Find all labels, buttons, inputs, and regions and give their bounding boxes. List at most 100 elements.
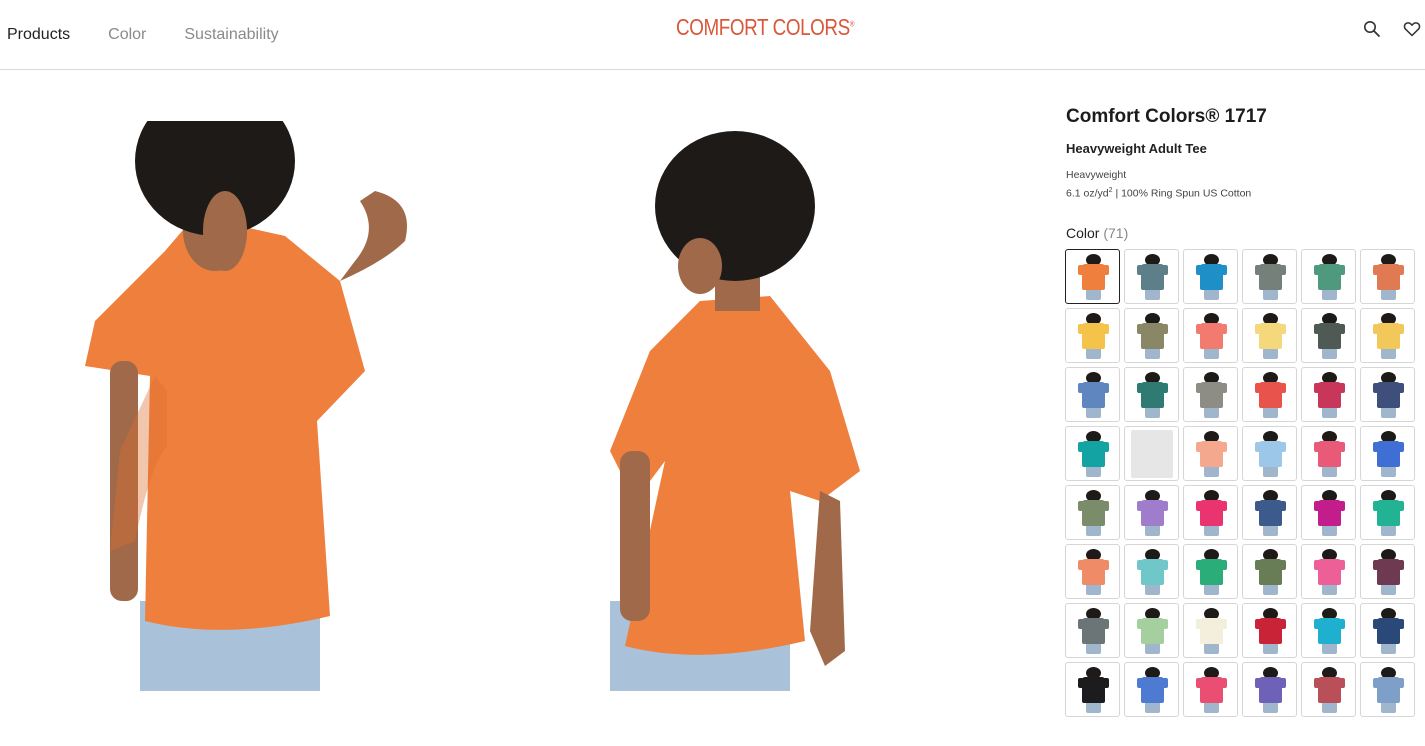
color-swatch[interactable] [1301, 662, 1356, 717]
color-swatch[interactable] [1242, 249, 1297, 304]
swatch-jeans [1263, 703, 1278, 713]
swatch-shirt [1377, 264, 1400, 290]
color-swatch[interactable] [1183, 662, 1238, 717]
swatch-jeans [1322, 290, 1337, 300]
nav-products[interactable]: Products [7, 26, 70, 44]
swatch-jeans [1322, 408, 1337, 418]
color-swatch[interactable] [1065, 426, 1120, 481]
swatch-jeans [1263, 349, 1278, 359]
color-swatch[interactable] [1183, 426, 1238, 481]
swatch-jeans [1204, 408, 1219, 418]
swatch-shirt [1082, 618, 1105, 644]
swatch-jeans [1381, 290, 1396, 300]
color-swatch[interactable] [1124, 308, 1179, 363]
color-swatch[interactable] [1360, 544, 1415, 599]
swatch-jeans [1145, 290, 1160, 300]
color-swatch[interactable] [1124, 367, 1179, 422]
color-swatch[interactable] [1124, 603, 1179, 658]
swatch-shirt [1200, 677, 1223, 703]
product-image-front[interactable] [55, 121, 415, 691]
swatch-jeans [1145, 526, 1160, 536]
swatch-jeans [1381, 467, 1396, 477]
swatch-shirt [1141, 618, 1164, 644]
color-swatch[interactable] [1242, 426, 1297, 481]
color-swatch[interactable] [1360, 308, 1415, 363]
heart-icon[interactable] [1403, 20, 1421, 38]
color-swatch[interactable] [1360, 426, 1415, 481]
color-swatch[interactable] [1065, 662, 1120, 717]
swatch-jeans [1086, 408, 1101, 418]
color-swatch[interactable] [1301, 367, 1356, 422]
swatch-shirt [1082, 677, 1105, 703]
color-swatch[interactable] [1183, 544, 1238, 599]
swatch-jeans [1145, 703, 1160, 713]
color-swatch[interactable] [1360, 662, 1415, 717]
color-swatch[interactable] [1242, 367, 1297, 422]
color-swatch[interactable] [1301, 426, 1356, 481]
color-swatch[interactable] [1124, 426, 1179, 481]
color-swatch[interactable] [1301, 249, 1356, 304]
product-subtitle: Heavyweight Adult Tee [1066, 141, 1207, 156]
color-swatch[interactable] [1183, 367, 1238, 422]
color-swatch[interactable] [1183, 485, 1238, 540]
swatch-shirt [1141, 382, 1164, 408]
color-swatch[interactable] [1360, 249, 1415, 304]
product-image-back[interactable] [590, 121, 950, 691]
swatch-jeans [1145, 644, 1160, 654]
color-swatch[interactable] [1065, 367, 1120, 422]
color-swatch[interactable] [1065, 308, 1120, 363]
swatch-shirt [1200, 264, 1223, 290]
color-swatch[interactable] [1242, 485, 1297, 540]
swatch-shirt [1141, 559, 1164, 585]
color-swatch[interactable] [1360, 367, 1415, 422]
brand-logo[interactable]: COMFORT COLORS® [676, 14, 855, 41]
color-swatch[interactable] [1065, 249, 1120, 304]
swatch-shirt [1318, 382, 1341, 408]
color-swatch[interactable] [1065, 603, 1120, 658]
swatch-shirt [1200, 618, 1223, 644]
swatch-jeans [1263, 467, 1278, 477]
color-swatch[interactable] [1242, 308, 1297, 363]
swatch-shirt [1200, 441, 1223, 467]
swatch-shirt [1200, 559, 1223, 585]
color-swatch[interactable] [1301, 485, 1356, 540]
swatch-shirt [1318, 323, 1341, 349]
swatch-jeans [1381, 644, 1396, 654]
swatch-jeans [1204, 349, 1219, 359]
swatch-shirt [1318, 441, 1341, 467]
swatch-shirt [1259, 323, 1282, 349]
nav-color[interactable]: Color [108, 26, 146, 44]
swatch-shirt [1377, 500, 1400, 526]
color-swatch[interactable] [1301, 603, 1356, 658]
brand-logo-mark: ® [849, 19, 855, 29]
swatch-shirt [1082, 500, 1105, 526]
site-header: Products Color Sustainability COMFORT CO… [0, 0, 1425, 70]
color-swatch[interactable] [1242, 662, 1297, 717]
color-swatch[interactable] [1124, 544, 1179, 599]
color-swatch[interactable] [1183, 603, 1238, 658]
color-swatch[interactable] [1124, 662, 1179, 717]
swatch-jeans [1145, 585, 1160, 595]
color-swatch[interactable] [1360, 485, 1415, 540]
color-swatch[interactable] [1360, 603, 1415, 658]
color-swatch[interactable] [1124, 485, 1179, 540]
color-swatch[interactable] [1124, 249, 1179, 304]
header-actions [1363, 20, 1421, 38]
swatch-jeans [1322, 585, 1337, 595]
swatch-jeans [1263, 290, 1278, 300]
color-swatch[interactable] [1242, 603, 1297, 658]
search-icon[interactable] [1363, 20, 1381, 38]
color-swatch[interactable] [1301, 308, 1356, 363]
color-swatch[interactable] [1301, 544, 1356, 599]
swatch-shirt [1082, 264, 1105, 290]
color-swatch[interactable] [1242, 544, 1297, 599]
brand-logo-text: COMFORT COLORS [676, 14, 850, 40]
color-swatch[interactable] [1183, 308, 1238, 363]
swatch-shirt [1082, 559, 1105, 585]
nav-sustainability[interactable]: Sustainability [184, 26, 278, 44]
color-swatch[interactable] [1065, 544, 1120, 599]
color-swatch[interactable] [1065, 485, 1120, 540]
swatch-shirt [1082, 382, 1105, 408]
swatch-jeans [1322, 349, 1337, 359]
color-swatch[interactable] [1183, 249, 1238, 304]
